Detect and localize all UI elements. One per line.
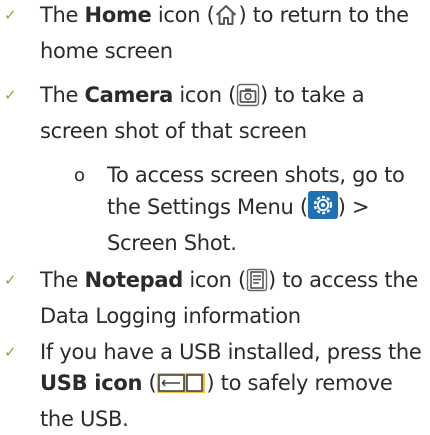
list-item-settings-hint: To access screen shots, go to the Settin…	[107, 163, 405, 255]
list-item-usb: If you have a USB installed, press the U…	[40, 340, 422, 431]
check-mark-icon: ✓	[4, 271, 17, 289]
usb-icon	[156, 371, 206, 404]
list-item-notepad: The Notepad icon () to access the Data L…	[40, 268, 418, 328]
instruction-list: ✓ The Home icon () to return to the home…	[0, 0, 430, 431]
notepad-icon	[246, 268, 268, 301]
settings-icon	[307, 191, 338, 228]
home-icon	[214, 3, 238, 36]
sub-bullet: o	[74, 165, 86, 186]
check-mark-icon: ✓	[4, 343, 17, 361]
check-mark-icon: ✓	[4, 86, 17, 104]
check-mark-icon: ✓	[4, 6, 17, 24]
list-item-home: The Home icon () to return to the home s…	[40, 3, 409, 63]
list-item-camera: The Camera icon () to take a screen shot…	[40, 83, 365, 143]
camera-icon	[236, 83, 260, 116]
